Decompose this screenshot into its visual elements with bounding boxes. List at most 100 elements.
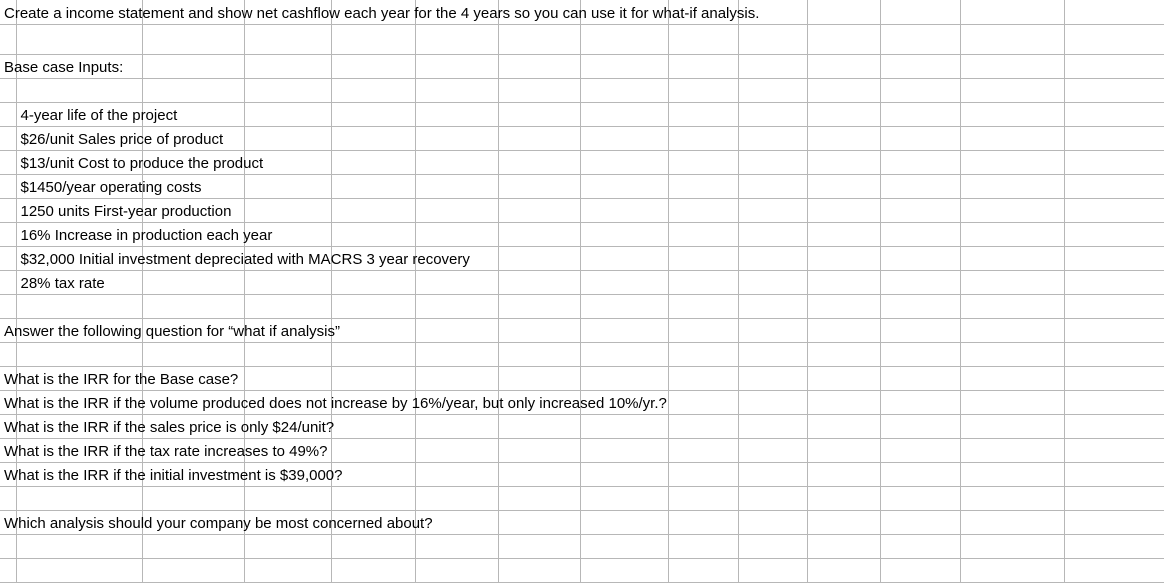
grid-cell[interactable]: What is the IRR if the volume produced d… xyxy=(0,390,16,414)
grid-cell[interactable] xyxy=(331,24,415,54)
grid-cell[interactable] xyxy=(807,198,880,222)
grid-cell[interactable] xyxy=(738,534,807,558)
grid-cell[interactable] xyxy=(880,318,960,342)
grid-cell[interactable] xyxy=(580,24,668,54)
grid-cell[interactable] xyxy=(0,150,16,174)
grid-cell[interactable] xyxy=(668,318,738,342)
grid-cell[interactable]: Base case Inputs: xyxy=(0,54,16,78)
grid-cell[interactable] xyxy=(580,462,668,486)
grid-cell[interactable] xyxy=(580,246,668,270)
grid-cell[interactable] xyxy=(880,510,960,534)
grid-cell[interactable] xyxy=(738,366,807,390)
grid-cell[interactable] xyxy=(142,342,244,366)
grid-cell[interactable] xyxy=(1064,270,1164,294)
grid-cell[interactable] xyxy=(807,102,880,126)
grid-cell[interactable] xyxy=(580,78,668,102)
grid-cell[interactable] xyxy=(880,198,960,222)
grid-cell[interactable] xyxy=(331,198,415,222)
grid-cell[interactable] xyxy=(142,54,244,78)
grid-cell[interactable]: Create a income statement and show net c… xyxy=(0,0,16,24)
grid-cell[interactable] xyxy=(668,558,738,582)
grid-cell[interactable] xyxy=(0,24,16,54)
grid-cell[interactable] xyxy=(668,342,738,366)
grid-cell[interactable] xyxy=(142,558,244,582)
grid-cell[interactable] xyxy=(580,510,668,534)
grid-cell[interactable] xyxy=(738,150,807,174)
grid-cell[interactable] xyxy=(244,24,331,54)
grid-cell[interactable]: Which analysis should your company be mo… xyxy=(0,510,16,534)
grid-cell[interactable] xyxy=(331,174,415,198)
grid-cell[interactable] xyxy=(415,270,498,294)
grid-cell[interactable] xyxy=(331,270,415,294)
grid-cell[interactable] xyxy=(580,102,668,126)
grid-cell[interactable] xyxy=(415,486,498,510)
grid-cell[interactable] xyxy=(668,246,738,270)
grid-cell[interactable] xyxy=(498,318,580,342)
grid-cell[interactable] xyxy=(1064,294,1164,318)
grid-cell[interactable] xyxy=(415,78,498,102)
grid-cell[interactable] xyxy=(331,78,415,102)
grid-cell[interactable] xyxy=(880,366,960,390)
grid-cell[interactable] xyxy=(580,294,668,318)
grid-cell[interactable] xyxy=(738,486,807,510)
grid-cell[interactable] xyxy=(1064,174,1164,198)
grid-cell[interactable] xyxy=(498,342,580,366)
grid-cell[interactable] xyxy=(331,366,415,390)
grid-cell[interactable] xyxy=(960,78,1064,102)
grid-cell[interactable] xyxy=(960,102,1064,126)
grid-cell[interactable] xyxy=(331,462,415,486)
grid-cell[interactable] xyxy=(807,150,880,174)
grid-cell[interactable] xyxy=(244,78,331,102)
grid-cell[interactable] xyxy=(738,102,807,126)
grid-cell[interactable] xyxy=(960,24,1064,54)
grid-cell[interactable] xyxy=(880,438,960,462)
grid-cell[interactable] xyxy=(331,558,415,582)
grid-cell[interactable] xyxy=(16,558,142,582)
grid-cell[interactable] xyxy=(960,222,1064,246)
grid-cell[interactable] xyxy=(498,150,580,174)
grid-cell[interactable]: Answer the following question for “what … xyxy=(0,318,16,342)
grid-cell[interactable] xyxy=(807,78,880,102)
grid-cell[interactable] xyxy=(738,126,807,150)
grid-cell[interactable] xyxy=(331,126,415,150)
grid-cell[interactable] xyxy=(880,222,960,246)
grid-cell[interactable] xyxy=(580,270,668,294)
grid-cell[interactable] xyxy=(1064,390,1164,414)
grid-cell[interactable] xyxy=(16,294,142,318)
grid-cell[interactable] xyxy=(668,390,738,414)
grid-cell[interactable] xyxy=(668,270,738,294)
grid-cell[interactable] xyxy=(738,318,807,342)
grid-cell[interactable] xyxy=(960,174,1064,198)
grid-cell[interactable] xyxy=(498,462,580,486)
grid-cell[interactable] xyxy=(668,222,738,246)
grid-cell[interactable] xyxy=(244,534,331,558)
grid-cell[interactable] xyxy=(880,150,960,174)
grid-cell[interactable] xyxy=(807,462,880,486)
grid-cell[interactable] xyxy=(807,318,880,342)
grid-cell[interactable] xyxy=(738,462,807,486)
grid-cell[interactable] xyxy=(668,126,738,150)
grid-cell[interactable] xyxy=(960,438,1064,462)
grid-cell[interactable] xyxy=(580,174,668,198)
grid-cell[interactable]: $26/unit Sales price of product xyxy=(16,126,142,150)
grid-cell[interactable] xyxy=(960,54,1064,78)
grid-cell[interactable] xyxy=(1064,102,1164,126)
grid-cell[interactable] xyxy=(415,462,498,486)
grid-cell[interactable] xyxy=(331,294,415,318)
grid-cell[interactable] xyxy=(0,222,16,246)
grid-cell[interactable]: What is the IRR if the initial investmen… xyxy=(0,462,16,486)
grid-cell[interactable] xyxy=(738,270,807,294)
grid-cell[interactable] xyxy=(498,126,580,150)
grid-cell[interactable] xyxy=(331,414,415,438)
grid-cell[interactable] xyxy=(244,294,331,318)
grid-cell[interactable] xyxy=(880,414,960,438)
grid-cell[interactable] xyxy=(415,414,498,438)
grid-cell[interactable] xyxy=(807,174,880,198)
grid-cell[interactable] xyxy=(1064,54,1164,78)
grid-cell[interactable] xyxy=(498,558,580,582)
grid-cell[interactable] xyxy=(880,462,960,486)
grid-cell[interactable] xyxy=(580,150,668,174)
grid-cell[interactable] xyxy=(415,150,498,174)
grid-cell[interactable] xyxy=(244,102,331,126)
grid-cell[interactable] xyxy=(880,126,960,150)
